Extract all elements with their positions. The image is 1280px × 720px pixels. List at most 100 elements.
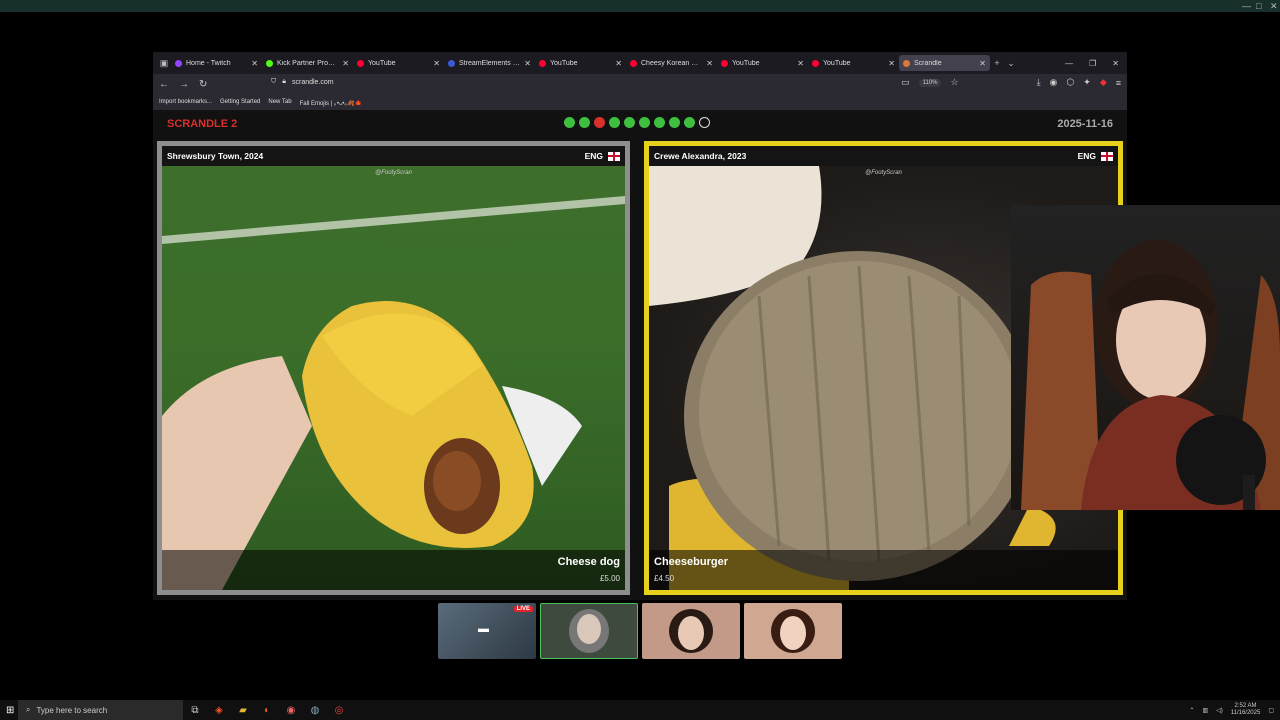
tab-label: YouTube — [823, 59, 851, 67]
tab-label: Scrandle — [914, 59, 942, 67]
tab-label: StreamElements - My o — [459, 59, 520, 67]
bookmark-import[interactable]: Import bookmarks... — [159, 99, 212, 105]
menu-icon[interactable]: ≡ — [1116, 78, 1121, 88]
windows-taskbar: ⊞ ⌕ Type here to search ⧉ ◈ ▰ ◐ ◉ ◍ ◎ ⌃ … — [0, 700, 1280, 720]
network-icon[interactable]: ▥ — [1202, 707, 1208, 714]
maximize-button[interactable]: □ — [1256, 0, 1261, 12]
kick-icon — [266, 59, 273, 67]
app-title[interactable]: SCRANDLE 2 — [167, 118, 237, 130]
extension-red-icon[interactable]: ◆ — [1100, 77, 1107, 88]
tab-label: Home - Twitch — [186, 59, 231, 67]
close-tab-icon[interactable]: ✕ — [433, 59, 440, 68]
download-icon[interactable]: ⤓ — [1037, 77, 1041, 88]
clock[interactable]: 2:52 AM 11/16/2025 — [1231, 703, 1261, 717]
cheese-dog-image — [162, 196, 625, 590]
close-tab-icon[interactable]: ✕ — [797, 59, 804, 68]
tab-twitch[interactable]: Home - Twitch ✕ — [171, 55, 262, 71]
taskbar-search[interactable]: ⌕ Type here to search — [18, 700, 183, 720]
bookmark-fall-emojis[interactable]: Fall Emojis | ｡•ᴗ•｡🍂🍁 — [300, 98, 363, 107]
tab-label: YouTube — [368, 59, 396, 67]
new-tab-icon[interactable]: + — [990, 56, 1004, 70]
account-icon[interactable]: ◉ — [1050, 77, 1058, 88]
stream-thumbnail[interactable] — [744, 603, 842, 659]
tab-streamelements[interactable]: StreamElements - My o ✕ — [444, 55, 535, 71]
chevron-up-icon[interactable]: ⌃ — [1189, 707, 1194, 714]
tab-youtube[interactable]: YouTube ✕ — [535, 55, 626, 71]
club-name: Shrewsbury Town, 2024 — [167, 151, 264, 161]
task-view-icon[interactable]: ⧉ — [183, 700, 207, 720]
tab-list-icon[interactable]: ▣ — [157, 56, 171, 70]
dish-caption: Cheese dog £5.00 — [162, 550, 625, 590]
close-tab-icon[interactable]: ✕ — [706, 59, 713, 68]
top-strip: — □ ✕ — [0, 0, 1280, 12]
stream-thumbnail[interactable] — [642, 603, 740, 659]
bookmark-new-tab[interactable]: New Tab — [268, 99, 291, 105]
reader-view-icon[interactable]: ▭ — [901, 77, 910, 88]
extensions-icon[interactable]: ⬡ — [1066, 77, 1074, 88]
search-placeholder: Type here to search — [36, 705, 108, 715]
notifications-icon[interactable]: ▢ — [1268, 707, 1274, 714]
watermark: @FootyScran — [865, 170, 902, 176]
tab-youtube[interactable]: YouTube ✕ — [353, 55, 444, 71]
dish-caption: Cheeseburger £4.50 — [649, 550, 1118, 590]
close-tab-icon[interactable]: ✕ — [251, 59, 258, 68]
progress-dot-wrong — [594, 117, 605, 128]
firefox-icon[interactable]: ◉ — [279, 700, 303, 720]
progress-dot-correct — [639, 117, 650, 128]
address-bar[interactable]: ⛉ 🔒︎ scrandle.com — [271, 78, 334, 86]
food-photo: @FootyScran Cheese dog £5.00 — [162, 166, 625, 590]
close-tab-icon[interactable]: ✕ — [979, 59, 986, 68]
brave-icon[interactable]: ◈ — [207, 700, 231, 720]
food-card-left[interactable]: Shrewsbury Town, 2024 ENG @FootyScran Ch… — [157, 141, 630, 595]
progress-dot-correct — [654, 117, 665, 128]
chevron-down-icon[interactable]: ⌄ — [1004, 56, 1018, 70]
close-tab-icon[interactable]: ✕ — [615, 59, 622, 68]
card-header: Shrewsbury Town, 2024 ENG — [162, 146, 625, 166]
tab-youtube[interactable]: YouTube ✕ — [808, 55, 899, 71]
webcam-overlay — [1011, 205, 1280, 510]
tab-scrandle[interactable]: Scrandle ✕ — [899, 55, 990, 71]
nav-toolbar: ▭ 110% ☆ ⤓ ◉ ⬡ ✦ ◆ ≡ — [901, 77, 1121, 88]
england-flag-icon — [608, 151, 620, 161]
minimize-button[interactable]: — — [1242, 0, 1251, 12]
bookmarks-bar: Import bookmarks... Getting Started New … — [153, 94, 1127, 110]
stream-thumbnail[interactable]: LIVE ▬ — [438, 603, 536, 659]
extension-icon[interactable]: ✦ — [1083, 77, 1091, 88]
obs-icon[interactable]: ◎ — [327, 700, 351, 720]
steam-icon[interactable]: ◍ — [303, 700, 327, 720]
puzzle-date: 2025-11-16 — [1057, 118, 1113, 130]
back-icon[interactable]: ← — [159, 79, 169, 90]
close-tab-icon[interactable]: ✕ — [888, 59, 895, 68]
close-tab-icon[interactable]: ✕ — [524, 59, 531, 68]
zoom-level[interactable]: 110% — [918, 78, 942, 87]
tab-youtube[interactable]: YouTube ✕ — [717, 55, 808, 71]
close-icon[interactable]: ✕ — [1112, 59, 1119, 68]
reload-icon[interactable]: ↻ — [199, 79, 207, 90]
live-badge: LIVE — [513, 606, 533, 612]
volume-icon[interactable]: ◁) — [1216, 707, 1223, 714]
close-window-button[interactable]: ✕ — [1270, 0, 1278, 12]
progress-dot-correct — [684, 117, 695, 128]
bookmark-getting-started[interactable]: Getting Started — [220, 99, 260, 105]
tab-kick[interactable]: Kick Partner Program -✕ — [262, 55, 353, 71]
country-code: ENG — [584, 151, 603, 161]
clock-date: 11/16/2025 — [1230, 710, 1261, 716]
streamer-webcam — [1021, 240, 1280, 510]
tab-bar: ▣ Home - Twitch ✕ Kick Partner Program -✕… — [153, 52, 1127, 74]
start-button[interactable]: ⊞ — [6, 705, 14, 716]
youtube-icon — [812, 59, 819, 67]
minimize-icon[interactable]: — — [1065, 59, 1073, 68]
tab-cheesy-korean[interactable]: Cheesy Korean Egg To ✕ — [626, 55, 717, 71]
club-name: Crewe Alexandra, 2023 — [654, 151, 747, 161]
twitch-icon — [175, 59, 182, 67]
close-tab-icon[interactable]: ✕ — [342, 59, 349, 68]
restore-icon[interactable]: ❐ — [1089, 59, 1096, 68]
forward-icon[interactable]: → — [179, 79, 189, 90]
stream-thumbnail[interactable] — [540, 603, 638, 659]
app-icon[interactable]: ◐ — [255, 700, 279, 720]
file-explorer-icon[interactable]: ▰ — [231, 700, 255, 720]
bookmark-star-icon[interactable]: ☆ — [950, 77, 958, 88]
dish-price: £5.00 — [599, 574, 620, 583]
dish-name: Cheeseburger — [654, 556, 728, 568]
youtube-icon — [630, 59, 637, 67]
